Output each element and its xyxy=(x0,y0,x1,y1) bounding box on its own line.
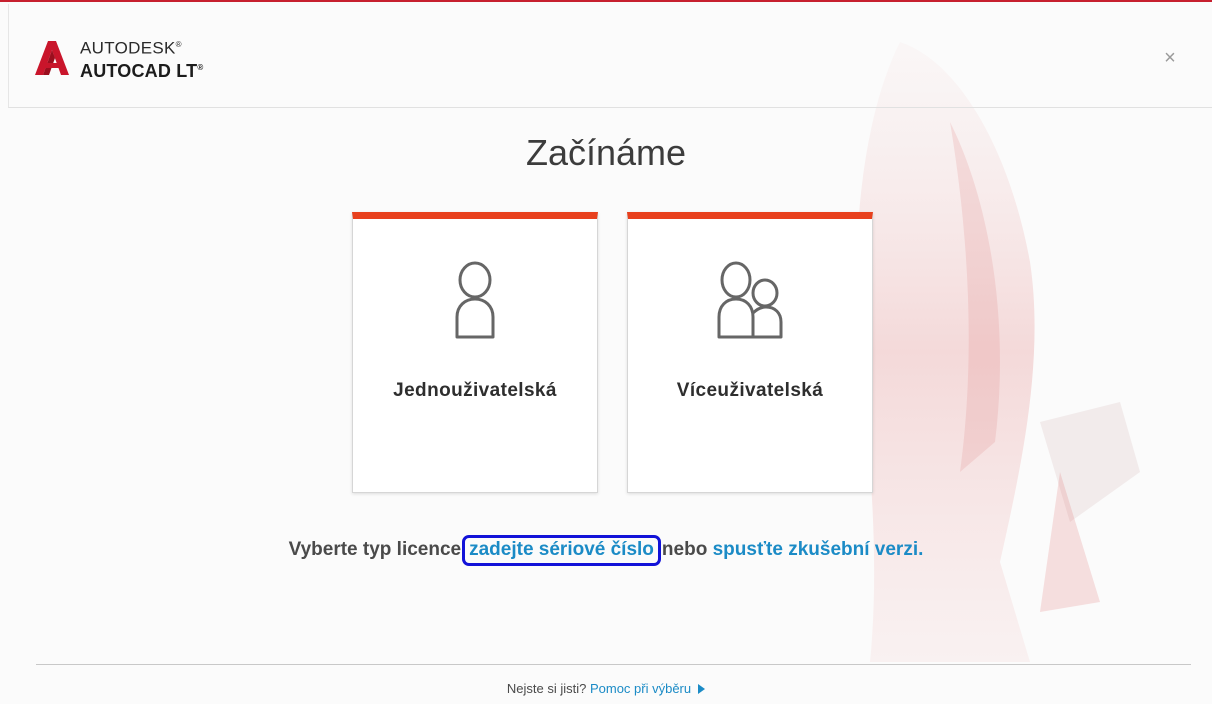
multi-user-label: Víceuživatelská xyxy=(676,380,824,401)
license-instruction: Vyberte typ licence zadejte sériové číslo… xyxy=(0,535,1212,566)
brand-text: AUTODESK® AUTOCAD LT® xyxy=(80,36,203,81)
brand-company: AUTODESK® xyxy=(80,36,203,58)
start-trial-link[interactable]: spusťte zkušební verzi xyxy=(713,539,919,560)
single-user-label: Jednouživatelská xyxy=(393,380,557,401)
trademark-symbol: ® xyxy=(175,40,182,49)
brand-company-text: AUTODESK xyxy=(80,38,176,58)
license-prefix: Vyberte typ licence xyxy=(288,539,462,560)
license-middle: nebo xyxy=(661,539,708,560)
enter-serial-number-link[interactable]: zadejte sériové číslo xyxy=(469,539,654,560)
footer-divider xyxy=(36,664,1191,665)
single-user-icon xyxy=(455,261,495,339)
single-user-icon-wrap xyxy=(353,259,597,343)
dialog-header: AUTODESK® AUTOCAD LT® xyxy=(8,4,1212,108)
license-dialog: AUTODESK® AUTOCAD LT® × Začínáme Jednouž… xyxy=(0,0,1212,704)
page-title: Začínáme xyxy=(525,132,687,173)
serial-number-highlight: zadejte sériové číslo xyxy=(462,535,661,566)
license-suffix: . xyxy=(918,539,924,560)
autodesk-a-logo-icon xyxy=(35,41,69,75)
trademark-symbol: ® xyxy=(197,62,204,72)
arrow-right-icon[interactable] xyxy=(698,684,706,694)
help-choosing-link[interactable]: Pomoc při výběru xyxy=(590,681,691,696)
multi-user-icon-wrap xyxy=(628,259,872,343)
brand-product-text: AUTOCAD LT xyxy=(80,60,198,81)
multi-user-icon xyxy=(717,261,783,339)
brand-product: AUTOCAD LT® xyxy=(80,58,203,81)
multi-user-license-card[interactable]: Víceuživatelská xyxy=(627,212,873,493)
footer-question: Nejste si jisti? xyxy=(506,681,587,696)
footer: Nejste si jisti? Pomoc při výběru xyxy=(0,681,1212,696)
single-user-license-card[interactable]: Jednouživatelská xyxy=(352,212,598,493)
close-icon[interactable]: × xyxy=(1158,46,1182,70)
